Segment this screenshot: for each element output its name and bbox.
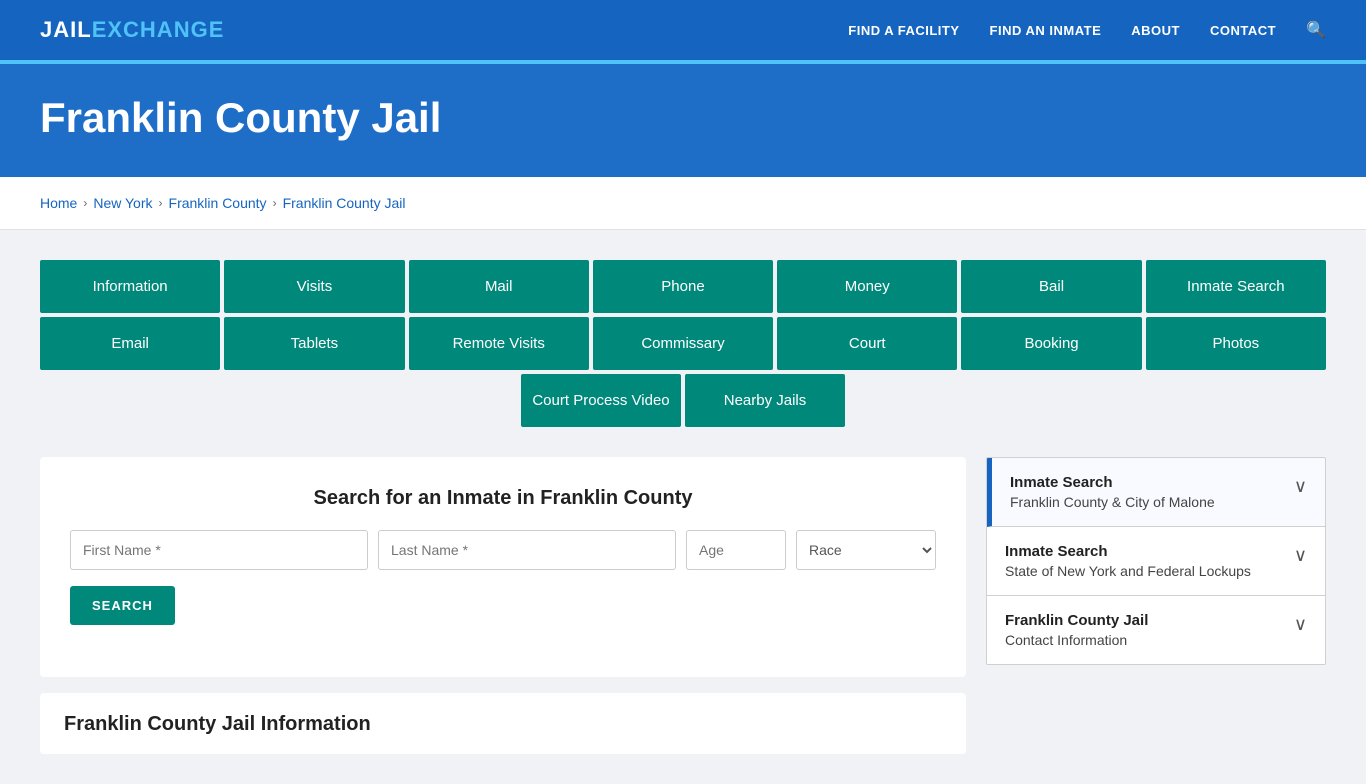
grid-btn-tablets[interactable]: Tablets <box>224 317 404 370</box>
race-select[interactable]: Race <box>796 530 936 570</box>
breadcrumb-bar: Home › New York › Franklin County › Franklin C… <box>0 177 1366 230</box>
grid-btn-phone[interactable]: Phone <box>593 260 773 313</box>
grid-btn-money[interactable]: Money <box>777 260 957 313</box>
sidebar: Inmate Search Franklin County & City of M… <box>986 457 1326 665</box>
sidebar-item-title-contact-info: Franklin County Jail <box>1005 612 1284 629</box>
nav-link-about[interactable]: ABOUT <box>1131 23 1180 38</box>
grid-btn-nearby-jails[interactable]: Nearby Jails <box>685 374 845 427</box>
sidebar-item-content-inmate-search-ny: Inmate Search State of New York and Feder… <box>1005 543 1284 579</box>
breadcrumb: Home › New York › Franklin County › Franklin C… <box>40 195 1326 211</box>
sidebar-item-subtitle-inmate-search-ny: State of New York and Federal Lockups <box>1005 563 1284 579</box>
nav-link-contact[interactable]: CONTACT <box>1210 23 1276 38</box>
sidebar-item-inmate-search-franklin[interactable]: Inmate Search Franklin County & City of M… <box>987 458 1325 527</box>
sidebar-item-subtitle-inmate-search-franklin: Franklin County & City of Malone <box>1010 494 1284 510</box>
nav-link-find-facility[interactable]: FIND A FACILITY <box>848 23 959 38</box>
breadcrumb-item-franklin-county-jail[interactable]: Franklin County Jail <box>283 195 406 211</box>
search-inputs-row: Race <box>70 530 936 570</box>
two-col-layout: Search for an Inmate in Franklin County … <box>40 457 1326 754</box>
sidebar-item-content-contact-info: Franklin County Jail Contact Information <box>1005 612 1284 648</box>
page-title: Franklin County Jail <box>40 94 1326 142</box>
grid-row-1: InformationVisitsMailPhoneMoneyBailInmat… <box>40 260 1326 313</box>
logo-jail: JAIL <box>40 17 92 43</box>
chevron-down-icon-inmate-search-franklin: ∨ <box>1294 476 1307 497</box>
sidebar-item-contact-info[interactable]: Franklin County Jail Contact Information ∨ <box>987 596 1325 664</box>
left-column: Search for an Inmate in Franklin County … <box>40 457 966 754</box>
grid-btn-mail[interactable]: Mail <box>409 260 589 313</box>
sidebar-item-inmate-search-ny[interactable]: Inmate Search State of New York and Feder… <box>987 527 1325 596</box>
info-section-title: Franklin County Jail Information <box>64 713 942 736</box>
chevron-down-icon-inmate-search-ny: ∨ <box>1294 545 1307 566</box>
main-area: InformationVisitsMailPhoneMoneyBailInmat… <box>0 230 1366 784</box>
grid-btn-booking[interactable]: Booking <box>961 317 1141 370</box>
grid-btn-information[interactable]: Information <box>40 260 220 313</box>
breadcrumb-separator: › <box>83 196 87 210</box>
search-panel: Search for an Inmate in Franklin County … <box>40 457 966 677</box>
grid-btn-visits[interactable]: Visits <box>224 260 404 313</box>
sidebar-item-subtitle-contact-info: Contact Information <box>1005 632 1284 648</box>
sidebar-item-title-inmate-search-franklin: Inmate Search <box>1010 474 1284 491</box>
grid-row-3: Court Process VideoNearby Jails <box>40 374 1326 427</box>
sidebar-item-title-inmate-search-ny: Inmate Search <box>1005 543 1284 560</box>
age-input[interactable] <box>686 530 786 570</box>
navbar: JAIL EXCHANGE FIND A FACILITY FIND AN INM… <box>0 0 1366 60</box>
search-panel-title: Search for an Inmate in Franklin County <box>70 487 936 510</box>
nav-link-find-inmate[interactable]: FIND AN INMATE <box>990 23 1102 38</box>
grid-row-2: EmailTabletsRemote VisitsCommissaryCourt… <box>40 317 1326 370</box>
breadcrumb-item-home[interactable]: Home <box>40 195 77 211</box>
nav-links: FIND A FACILITY FIND AN INMATE ABOUT CONTAC… <box>848 20 1326 40</box>
breadcrumb-separator: › <box>273 196 277 210</box>
breadcrumb-item-new-york[interactable]: New York <box>93 195 152 211</box>
grid-btn-remote-visits[interactable]: Remote Visits <box>409 317 589 370</box>
first-name-input[interactable] <box>70 530 368 570</box>
search-button[interactable]: SEARCH <box>70 586 175 625</box>
breadcrumb-separator: › <box>159 196 163 210</box>
grid-btn-inmate-search[interactable]: Inmate Search <box>1146 260 1326 313</box>
last-name-input[interactable] <box>378 530 676 570</box>
info-section: Franklin County Jail Information <box>40 693 966 754</box>
grid-btn-commissary[interactable]: Commissary <box>593 317 773 370</box>
logo[interactable]: JAIL EXCHANGE <box>40 17 224 43</box>
hero-section: Franklin County Jail <box>0 64 1366 177</box>
grid-btn-bail[interactable]: Bail <box>961 260 1141 313</box>
search-icon[interactable]: 🔍 <box>1306 20 1326 40</box>
logo-exchange: EXCHANGE <box>92 17 225 43</box>
sidebar-item-content-inmate-search-franklin: Inmate Search Franklin County & City of M… <box>1010 474 1284 510</box>
grid-btn-court[interactable]: Court <box>777 317 957 370</box>
breadcrumb-item-franklin-county[interactable]: Franklin County <box>169 195 267 211</box>
grid-btn-photos[interactable]: Photos <box>1146 317 1326 370</box>
category-button-grid: InformationVisitsMailPhoneMoneyBailInmat… <box>40 260 1326 427</box>
grid-btn-email[interactable]: Email <box>40 317 220 370</box>
grid-btn-court-process-video[interactable]: Court Process Video <box>521 374 681 427</box>
chevron-down-icon-contact-info: ∨ <box>1294 614 1307 635</box>
